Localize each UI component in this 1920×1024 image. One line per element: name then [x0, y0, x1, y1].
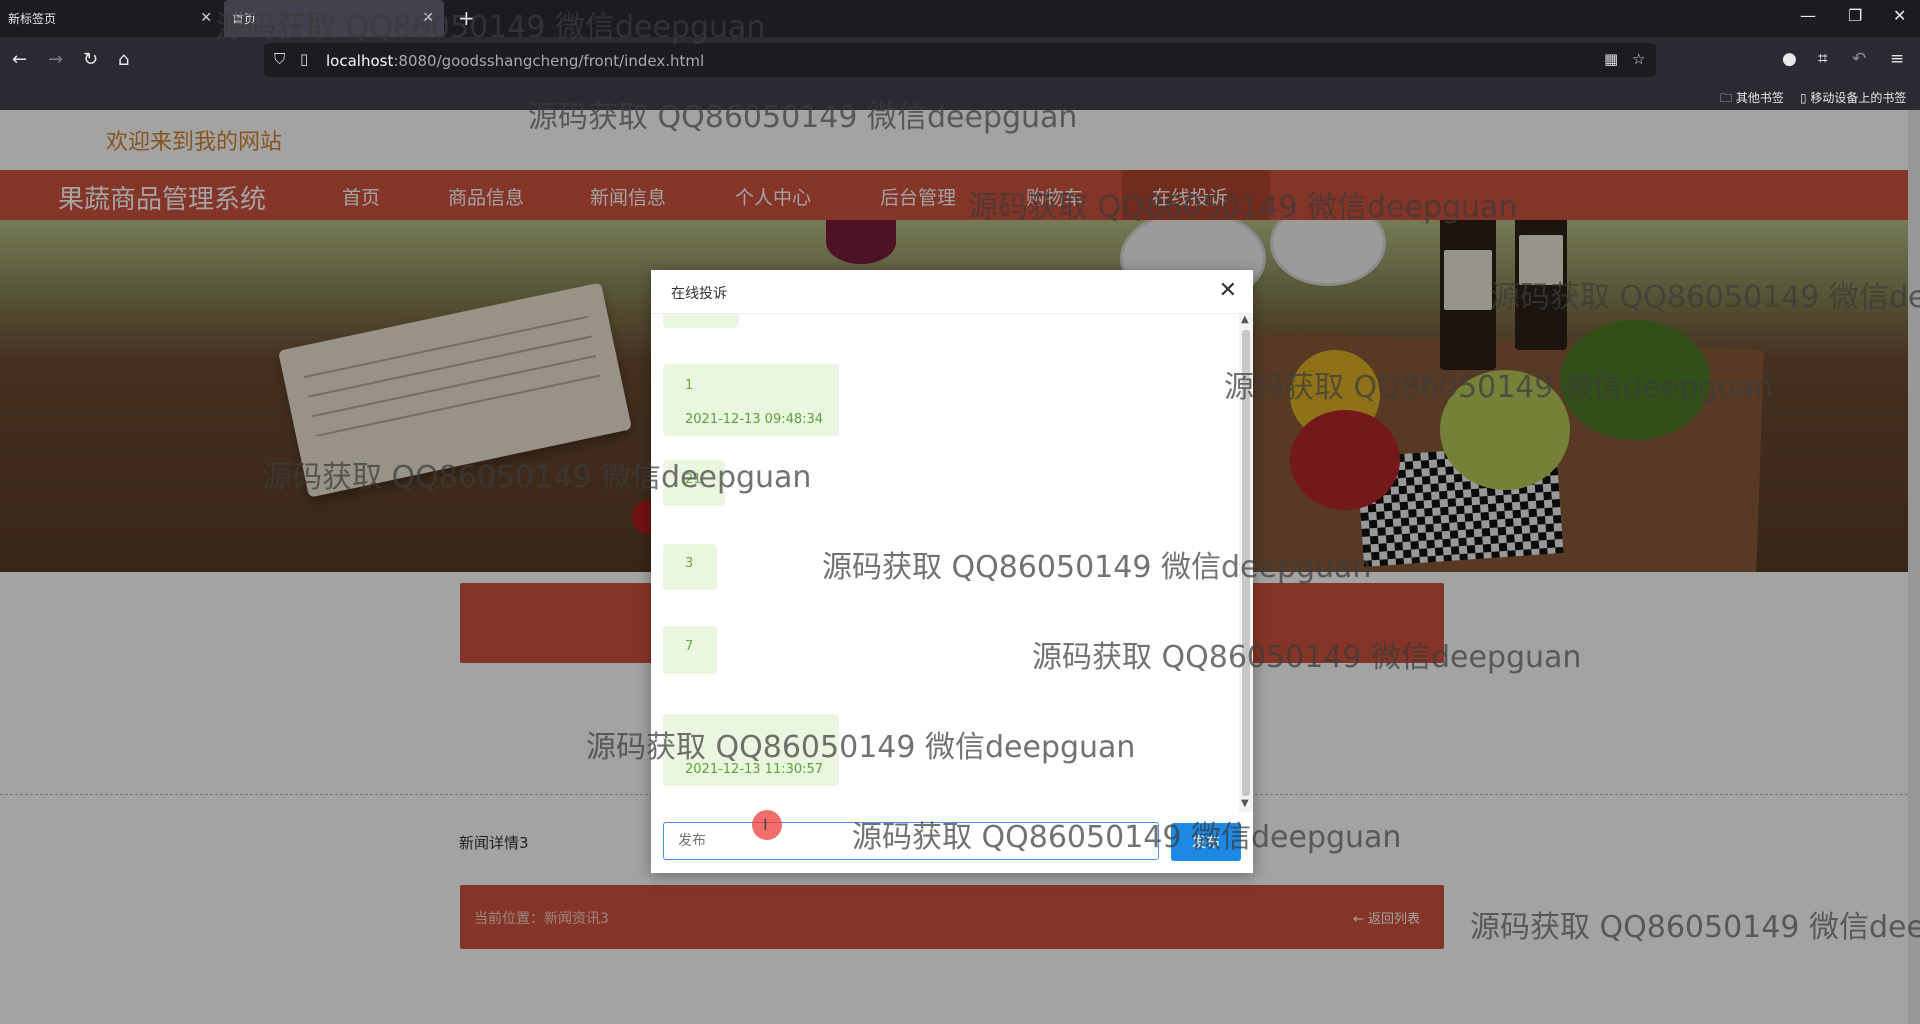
page-icon: ▯	[300, 50, 309, 68]
watermark: 源码获取 QQ86050149 微信deepguan	[216, 10, 766, 45]
address-bar[interactable]: ⛉ ▯ localhost:8080/goodsshangcheng/front…	[264, 43, 1656, 77]
window-close-icon[interactable]: ✕	[1893, 6, 1906, 25]
watermark: 源码获取 QQ86050149 微信deepguan	[262, 460, 812, 495]
message-text: 3	[685, 556, 694, 571]
home-icon[interactable]: ⌂	[118, 49, 129, 70]
watermark: 源码获取 QQ86050149 微信deepguan	[1470, 910, 1920, 945]
close-icon[interactable]: ✕	[1219, 278, 1237, 303]
menu-icon[interactable]: ≡	[1890, 49, 1904, 69]
message-text: 1	[685, 378, 694, 393]
forward-icon[interactable]: →	[48, 49, 63, 70]
scroll-down-icon[interactable]: ▼	[1241, 798, 1249, 809]
message-time: 2021-12-13 09:48:34	[685, 412, 824, 427]
qr-code-icon[interactable]: ▦	[1604, 50, 1618, 68]
watermark: 源码获取 QQ86050149 微信deepguan	[1032, 640, 1582, 675]
minimize-icon[interactable]: —	[1800, 6, 1816, 25]
watermark: 源码获取 QQ86050149 微信deepguan	[1224, 370, 1774, 405]
back-icon[interactable]: ←	[12, 49, 27, 70]
close-icon[interactable]: ✕	[200, 10, 212, 26]
bookmark-mobile[interactable]: ▯ 移动设备上的书签	[1800, 89, 1906, 106]
watermark: 源码获取 QQ86050149 微信deepguan	[528, 100, 1078, 135]
message-bubble: 7	[663, 626, 717, 674]
message-text: 7	[685, 639, 694, 654]
watermark: 源码获取 QQ86050149 微信deepguan	[586, 730, 1136, 765]
message-bubble: 3	[663, 544, 717, 590]
message-bubble	[663, 314, 739, 328]
undo-icon[interactable]: ↶	[1852, 49, 1866, 69]
tab-new[interactable]: 新标签页 ✕	[0, 0, 222, 37]
bookmark-other[interactable]: 🗀 其他书签	[1720, 89, 1784, 110]
watermark: 源码获取 QQ86050149 微信deepguan	[968, 190, 1518, 225]
crop-icon[interactable]: ⌗	[1818, 49, 1828, 69]
message-bubble: 1 2021-12-13 09:48:34	[663, 364, 839, 436]
url-text[interactable]: localhost:8080/goodsshangcheng/front/ind…	[326, 52, 704, 70]
scroll-up-icon[interactable]: ▲	[1241, 314, 1249, 325]
mouse-cursor	[752, 810, 782, 840]
modal-title: 在线投诉	[671, 286, 727, 302]
reload-icon[interactable]: ↻	[83, 49, 98, 70]
account-icon[interactable]: ●	[1782, 49, 1797, 69]
watermark: 源码获取 QQ86050149 微信deepguan	[852, 820, 1402, 855]
shield-icon[interactable]: ⛉	[274, 50, 285, 68]
tab-label: 新标签页	[8, 12, 57, 26]
watermark: 源码获取 QQ86050149 微信deepguan	[1490, 280, 1920, 315]
modal-header: 在线投诉 ✕	[651, 270, 1253, 314]
star-icon[interactable]: ☆	[1632, 50, 1645, 68]
watermark: 源码获取 QQ86050149 微信deepguan	[822, 550, 1372, 585]
restore-icon[interactable]: ❐	[1848, 6, 1862, 25]
